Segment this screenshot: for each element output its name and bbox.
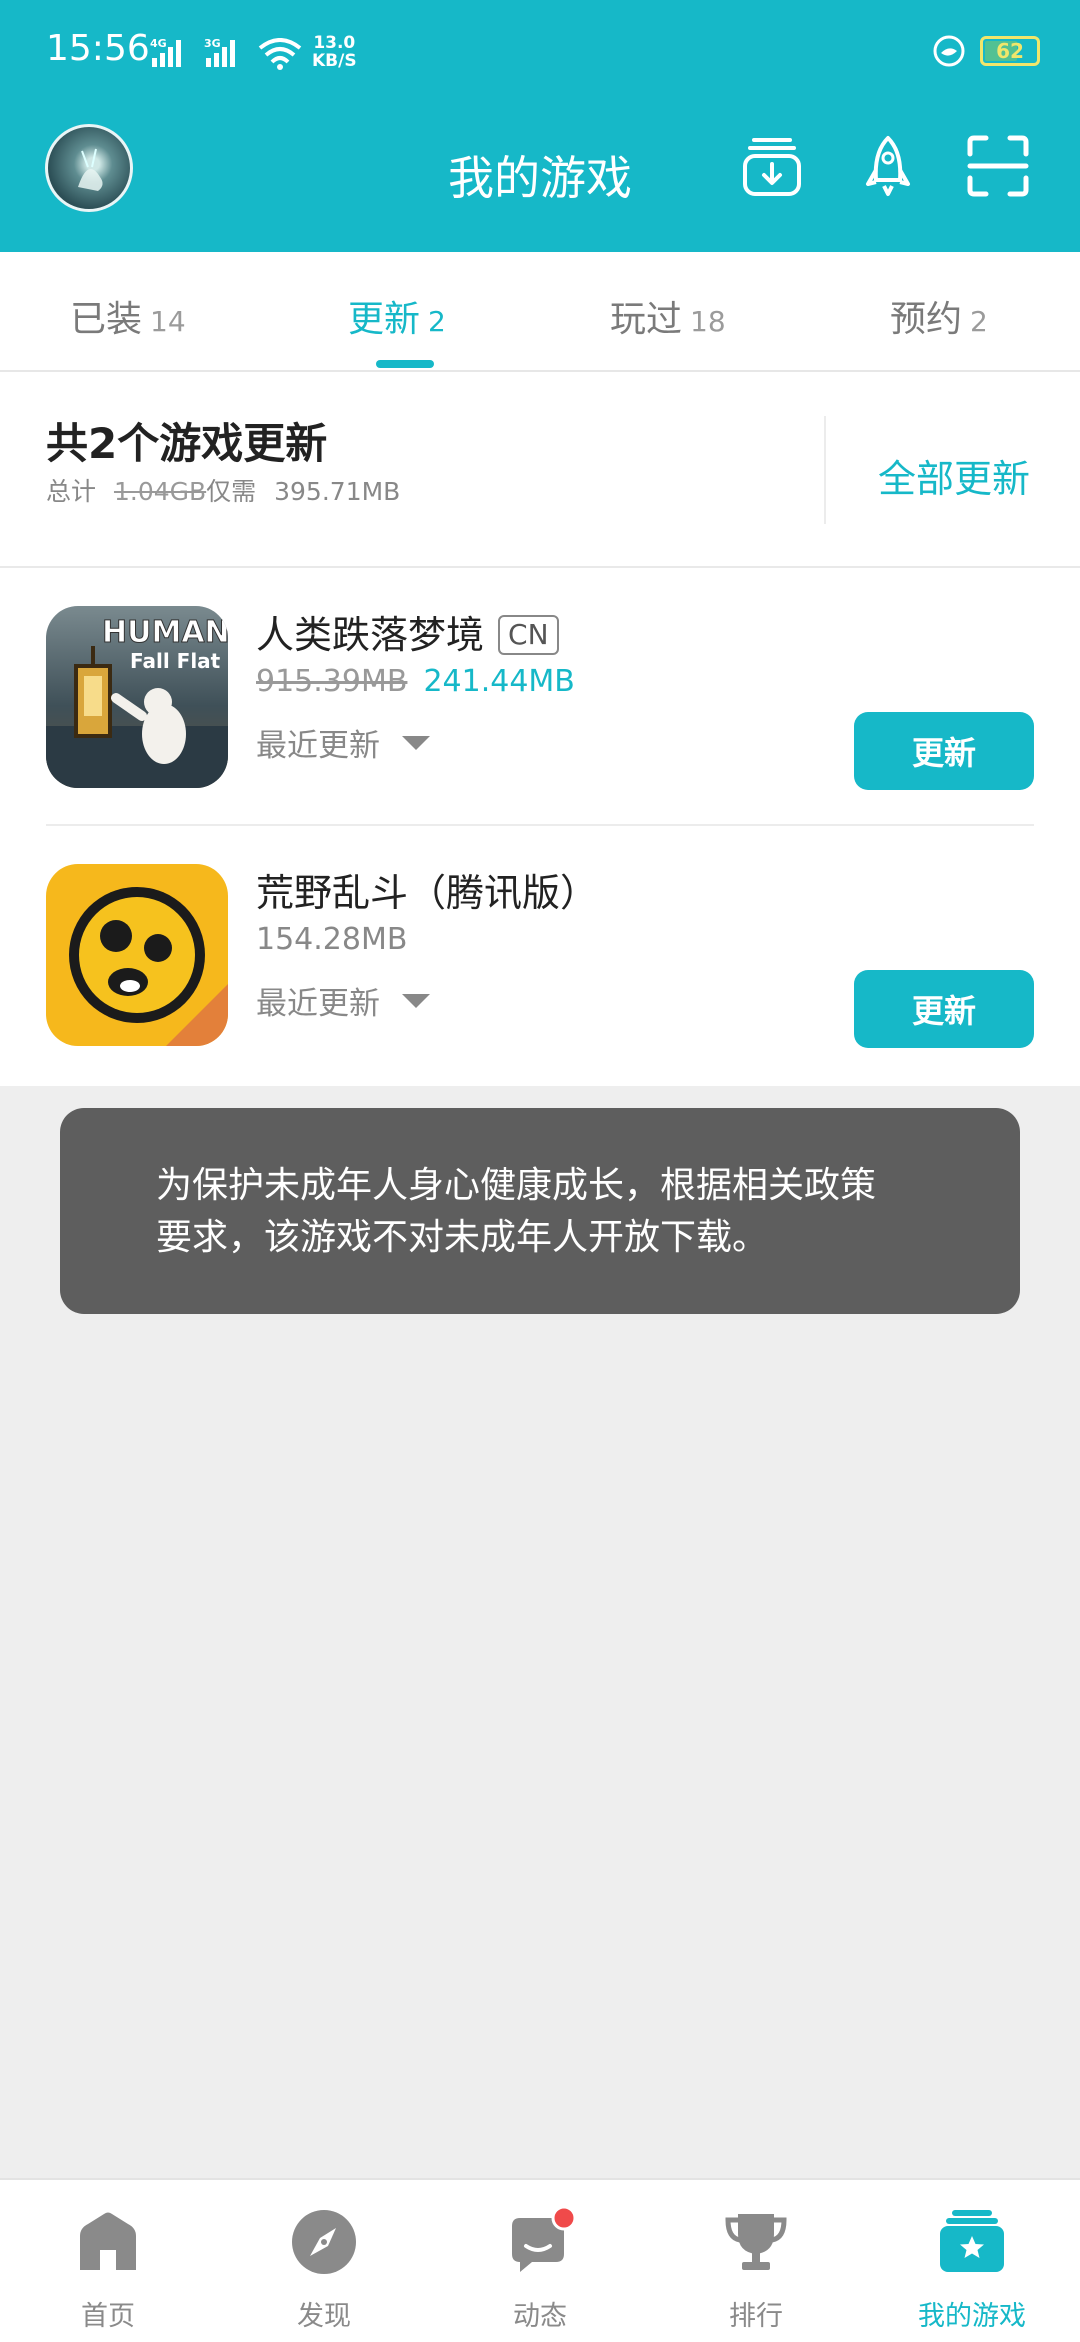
brawl-stars-icon xyxy=(46,864,228,1046)
chevron-down-icon xyxy=(402,736,430,750)
battery-level: 62 xyxy=(996,39,1024,63)
region-tag: CN xyxy=(498,615,559,655)
recent-update-label: 最近更新 xyxy=(256,986,380,1022)
nav-ranking[interactable]: 排行 xyxy=(648,2180,864,2342)
tab-updates[interactable]: 更新 2 xyxy=(348,290,446,342)
tab-bar: 已装 14 更新 2 玩过 18 预约 2 xyxy=(0,252,1080,372)
summary-new-size: 395.71MB xyxy=(274,477,401,506)
signal-icon: 4G xyxy=(150,36,208,74)
download-icon[interactable] xyxy=(740,134,804,198)
signal2-icon: 3G xyxy=(204,36,262,74)
recent-update-toggle[interactable]: 最近更新 xyxy=(256,720,430,765)
game-row-brawl-stars[interactable]: 荒野乱斗（腾讯版） 154.28MB 最近更新 更新 xyxy=(0,826,1080,1084)
bottom-nav: 首页 发现 动态 排行 我的游戏 xyxy=(0,2178,1080,2342)
rocket-icon[interactable] xyxy=(856,134,920,198)
update-all-button[interactable]: 全部更新 xyxy=(878,448,1030,503)
network-speed: 13.0 KB/S xyxy=(312,34,357,70)
game-sizes: 915.39MB 241.44MB xyxy=(256,664,575,699)
nav-feed[interactable]: 动态 xyxy=(432,2180,648,2342)
tab-installed-count: 14 xyxy=(150,305,186,338)
tab-reserved[interactable]: 预约 2 xyxy=(890,290,988,342)
summary-need-label: 仅需 xyxy=(206,477,257,506)
game-list: HUMAN Fall Flat 人类跌落梦境 CN 915.39MB 241.44M… xyxy=(0,568,1080,1086)
tab-indicator xyxy=(376,360,434,368)
summary-title: 共2个游戏更新 xyxy=(46,419,328,468)
tab-installed[interactable]: 已装 14 xyxy=(70,290,186,342)
my-games-icon xyxy=(938,2208,1006,2276)
tab-played[interactable]: 玩过 18 xyxy=(610,290,726,342)
tab-reserved-count: 2 xyxy=(970,305,988,338)
wifi-icon xyxy=(258,38,302,74)
nav-home[interactable]: 首页 xyxy=(0,2180,216,2342)
tab-installed-label: 已装 xyxy=(70,299,143,340)
old-size: 915.39MB xyxy=(256,664,408,699)
app-notification-icon xyxy=(933,35,965,67)
game-title-text: 荒野乱斗（腾讯版） xyxy=(256,871,599,915)
nav-my-games[interactable]: 我的游戏 xyxy=(864,2180,1080,2342)
tab-reserved-label: 预约 xyxy=(890,299,963,340)
signal2-label: 3G xyxy=(204,37,221,50)
toast-line-2: 要求，该游戏不对未成年人开放下载。 xyxy=(156,1217,769,1258)
nav-feed-label: 动态 xyxy=(513,2301,567,2332)
nav-my-games-label: 我的游戏 xyxy=(918,2301,1026,2332)
update-button[interactable]: 更新 xyxy=(854,712,1034,790)
trophy-icon xyxy=(722,2208,790,2276)
human-fall-flat-icon: HUMAN Fall Flat xyxy=(46,606,228,788)
chevron-down-icon xyxy=(402,994,430,1008)
scan-icon[interactable] xyxy=(966,134,1030,198)
chat-icon xyxy=(506,2205,577,2276)
speed-unit: KB/S xyxy=(312,51,357,71)
new-size: 241.44MB xyxy=(423,664,575,699)
game-sizes: 154.28MB xyxy=(256,922,407,957)
tab-updates-count: 2 xyxy=(428,305,446,338)
nav-ranking-label: 排行 xyxy=(729,2301,783,2332)
nav-discover-label: 发现 xyxy=(297,2301,351,2332)
summary-size-info: 总计 1.04GB仅需 395.71MB xyxy=(46,472,400,508)
home-icon xyxy=(74,2208,142,2276)
speed-value: 13.0 xyxy=(313,33,356,53)
nav-home-label: 首页 xyxy=(81,2301,135,2332)
game-row-human-fall-flat[interactable]: HUMAN Fall Flat 人类跌落梦境 CN 915.39MB 241.44M… xyxy=(0,568,1080,826)
human-icon-subtext: Fall Flat xyxy=(130,649,221,673)
toast-message: 为保护未成年人身心健康成长，根据相关政策 要求，该游戏不对未成年人开放下载。 xyxy=(60,1108,1020,1314)
compass-icon xyxy=(290,2208,358,2276)
update-summary: 共2个游戏更新 总计 1.04GB仅需 395.71MB 全部更新 xyxy=(0,372,1080,568)
summary-old-size: 1.04GB xyxy=(113,477,207,506)
tab-played-count: 18 xyxy=(690,305,726,338)
status-time: 15:56 xyxy=(46,28,150,69)
game-size: 154.28MB xyxy=(256,922,408,957)
tab-updates-label: 更新 xyxy=(348,299,421,340)
battery-icon: 62 xyxy=(980,36,1040,66)
update-button[interactable]: 更新 xyxy=(854,970,1034,1048)
signal1-label: 4G xyxy=(150,37,167,50)
app-header: 15:56 4G 3G 13.0 KB/S 62 我的游戏 xyxy=(0,0,1080,252)
tab-played-label: 玩过 xyxy=(610,299,683,340)
status-right: 62 xyxy=(932,34,1040,68)
human-icon-text: HUMAN xyxy=(102,615,228,650)
game-title-text: 人类跌落梦境 xyxy=(256,613,485,657)
recent-update-label: 最近更新 xyxy=(256,728,380,764)
nav-discover[interactable]: 发现 xyxy=(216,2180,432,2342)
recent-update-toggle[interactable]: 最近更新 xyxy=(256,978,430,1023)
toast-line-1: 为保护未成年人身心健康成长，根据相关政策 xyxy=(156,1165,877,1206)
summary-total-label: 总计 xyxy=(46,477,97,506)
game-name: 人类跌落梦境 CN xyxy=(256,604,559,659)
summary-divider xyxy=(824,416,826,524)
notification-badge xyxy=(551,2205,577,2231)
